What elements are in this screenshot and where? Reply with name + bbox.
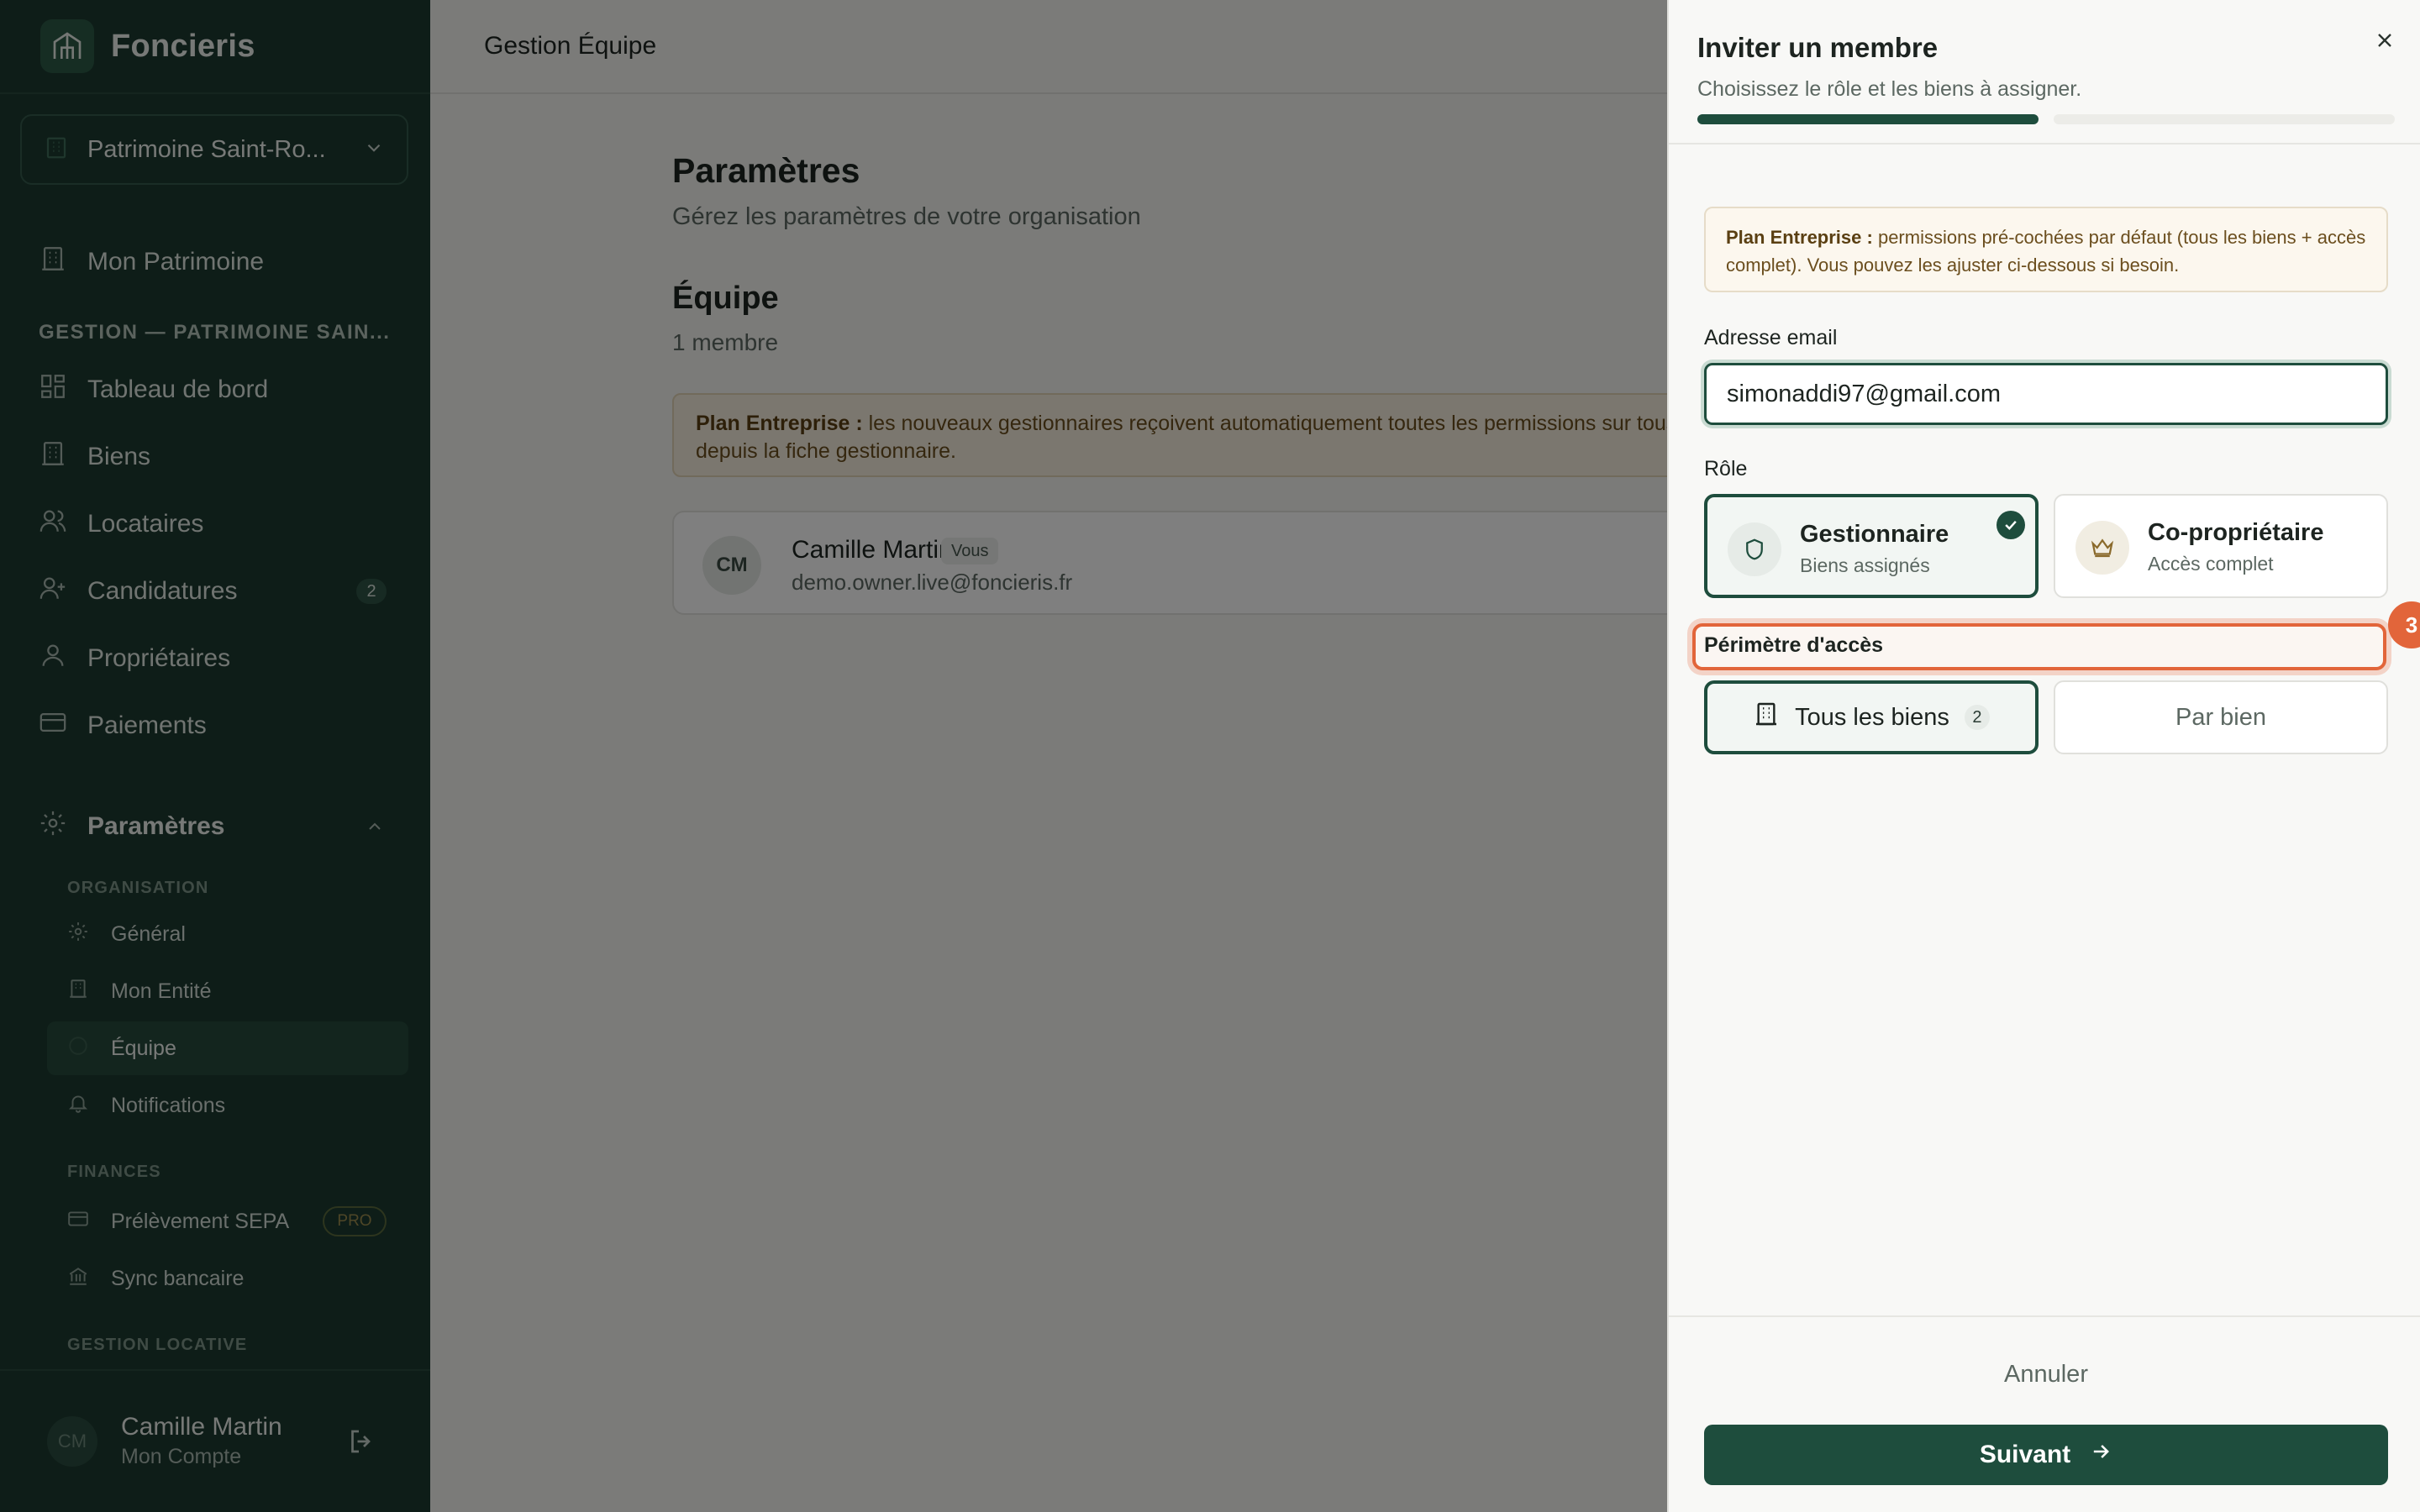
scope-option-par-bien[interactable]: Par bien: [2054, 680, 2388, 754]
email-field[interactable]: [1704, 363, 2388, 425]
role-desc: Biens assignés: [1800, 554, 1930, 576]
scope-label: Par bien: [2175, 703, 2266, 731]
drawer-footer-divider: [1669, 1315, 2420, 1317]
progress-step-1: [1697, 114, 2039, 124]
scope-option-tous-les-biens[interactable]: Tous les biens 2: [1704, 680, 2039, 754]
scope-count-badge: 2: [1964, 705, 1990, 730]
role-option-co-proprietaire[interactable]: Co-propriétaire Accès complet: [2054, 494, 2388, 598]
close-icon: [2373, 29, 2396, 56]
cancel-button[interactable]: Annuler: [1704, 1347, 2388, 1401]
shield-icon: [1728, 522, 1781, 576]
plan-notice: Plan Entreprise : permissions pré-cochée…: [1704, 207, 2388, 292]
role-name: Gestionnaire: [1800, 521, 1949, 548]
email-label: Adresse email: [1704, 326, 1838, 349]
notice-bold: Plan Entreprise :: [1726, 227, 1873, 248]
role-label: Rôle: [1704, 457, 1748, 480]
step-badge: 3: [2388, 601, 2420, 648]
next-button[interactable]: Suivant: [1704, 1425, 2388, 1485]
step-progress: [1697, 114, 2395, 124]
arrow-right-icon: [2089, 1440, 2112, 1470]
drawer-divider: [1669, 143, 2420, 144]
perimeter-label: Périmètre d'accès: [1704, 633, 1884, 657]
check-icon: [1996, 511, 2025, 539]
role-name: Co-propriétaire: [2148, 519, 2324, 546]
crown-icon: [2075, 521, 2129, 575]
progress-step-2: [2054, 114, 2395, 124]
role-option-gestionnaire[interactable]: Gestionnaire Biens assignés: [1704, 494, 2039, 598]
scope-label: Tous les biens: [1795, 703, 1949, 731]
modal-backdrop[interactable]: [0, 0, 1667, 1512]
invite-member-drawer: Inviter un membre Choisissez le rôle et …: [1667, 0, 2420, 1512]
drawer-title: Inviter un membre: [1697, 32, 1939, 63]
building-icon: [1753, 701, 1780, 734]
role-desc: Accès complet: [2148, 553, 2274, 575]
drawer-subtitle: Choisissez le rôle et les biens à assign…: [1697, 77, 2082, 101]
close-button[interactable]: [2368, 25, 2402, 59]
next-button-label: Suivant: [1979, 1441, 2071, 1468]
